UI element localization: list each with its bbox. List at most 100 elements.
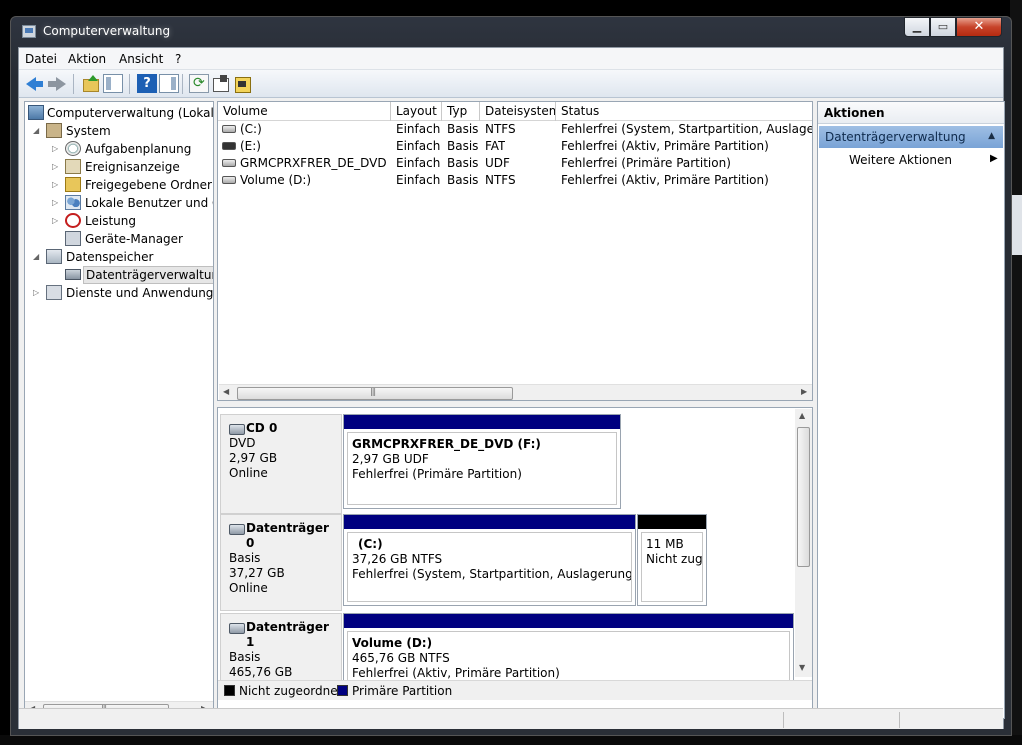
client-area: Datei Aktion Ansicht ? ? Computerverwalt…	[18, 47, 1005, 729]
disk-type: Basis	[229, 551, 261, 565]
legend-swatch-unallocated	[224, 685, 235, 696]
expand-icon[interactable]: ▷	[52, 144, 58, 153]
dvd-drive-icon	[222, 159, 236, 167]
show-tree-icon[interactable]	[103, 74, 123, 93]
partition-status: Fehlerfrei (System, Startpartition, Ausl…	[352, 567, 632, 581]
column-header-layout[interactable]: Layout	[391, 102, 442, 121]
console-tree: Computerverwaltung (Lokal) ◢ System ▷ Au…	[24, 101, 214, 719]
menu-ansicht[interactable]: Ansicht	[119, 52, 163, 66]
partition-dvd[interactable]: GRMCPRXFRER_DE_DVD (F:) 2,97 GB UDF Fehl…	[343, 414, 621, 509]
partition-d[interactable]: Volume (D:) 465,76 GB NTFS Fehlerfrei (A…	[343, 613, 794, 686]
disk-type: DVD	[229, 436, 256, 450]
legend-label: Primäre Partition	[352, 684, 453, 698]
partition-c[interactable]: (C:) 37,26 GB NTFS Fehlerfrei (System, S…	[343, 514, 636, 606]
disk-row-disk0: Datenträger 0 Basis 37,27 GB Online (C:)…	[220, 514, 708, 611]
forward-icon[interactable]	[47, 74, 67, 93]
scroll-left-icon[interactable]: ◀	[223, 387, 229, 396]
submenu-arrow-icon[interactable]: ▶	[990, 153, 998, 164]
scroll-up-icon[interactable]: ▲	[799, 411, 805, 420]
volume-list: Volume Layout Typ Dateisystem Status (C:…	[217, 101, 813, 401]
cell-status: Fehlerfrei (Aktiv, Primäre Partition)	[561, 173, 769, 187]
actions-header: Aktionen	[818, 102, 1004, 124]
toolbar-separator	[73, 74, 74, 94]
partition-legend: Nicht zugeordnet Primäre Partition	[218, 680, 812, 700]
cell-dateisystem: UDF	[485, 156, 510, 170]
export-icon[interactable]	[233, 74, 253, 93]
column-header-dateisystem[interactable]: Dateisystem	[480, 102, 556, 121]
collapse-icon[interactable]: ▲	[988, 131, 995, 141]
disk-type: Basis	[229, 650, 261, 664]
expand-icon[interactable]: ▷	[52, 180, 58, 189]
disk-name: CD 0	[229, 421, 341, 436]
disk-info[interactable]: CD 0 DVD 2,97 GB Online	[220, 414, 342, 514]
partition-size: 2,97 GB UDF	[352, 452, 429, 466]
menu-datei[interactable]: Datei	[25, 52, 57, 66]
maximize-button[interactable]: ▭	[930, 17, 956, 37]
toolbar-separator	[129, 74, 130, 94]
table-row[interactable]: (E:) Einfach Basis FAT Fehlerfrei (Aktiv…	[218, 138, 812, 155]
cell-status: Fehlerfrei (Primäre Partition)	[561, 156, 731, 170]
disk-graphical-view: CD 0 DVD 2,97 GB Online GRMCPRXFRER_DE_D…	[217, 407, 813, 719]
column-header-typ[interactable]: Typ	[442, 102, 480, 121]
expand-icon[interactable]: ▷	[33, 288, 39, 297]
scrollbar-thumb[interactable]	[797, 427, 810, 567]
tree-item-label: Ereignisanzeige	[85, 160, 180, 174]
disk-info[interactable]: Datenträger 0 Basis 37,27 GB Online	[220, 514, 342, 611]
background-window-edge	[1012, 195, 1022, 255]
table-row[interactable]: Volume (D:) Einfach Basis NTFS Fehlerfre…	[218, 172, 812, 189]
collapse-icon[interactable]: ◢	[33, 252, 39, 261]
cell-dateisystem: NTFS	[485, 122, 516, 136]
menu-help[interactable]: ?	[175, 52, 181, 66]
scrollbar-thumb[interactable]: |||	[237, 387, 513, 400]
disk-info[interactable]: Datenträger 1 Basis 465,76 GB Online	[220, 613, 342, 694]
device-manager-icon	[65, 231, 81, 246]
tree-item-label: Freigegebene Ordner	[85, 178, 212, 192]
partition-body: 11 MB Nicht zugeordnet	[641, 532, 703, 602]
window-title: Computerverwaltung	[43, 24, 171, 38]
properties-icon[interactable]	[211, 74, 231, 93]
table-row[interactable]: GRMCPRXFRER_DE_DVD (F:) Einfach Basis UD…	[218, 155, 812, 172]
column-header-status[interactable]: Status	[556, 102, 812, 121]
partition-name: GRMCPRXFRER_DE_DVD (F:)	[352, 437, 541, 451]
volume-list-horizontal-scrollbar[interactable]: ◀ ||| ▶	[219, 384, 812, 400]
column-header-volume[interactable]: Volume	[218, 102, 391, 121]
title-bar[interactable]: Computerverwaltung ▁ ▭ ✕	[11, 17, 1011, 47]
collapse-icon[interactable]: ◢	[33, 126, 39, 135]
action-pane-icon[interactable]	[159, 74, 179, 93]
close-button[interactable]: ✕	[956, 17, 1002, 37]
cell-layout: Einfach	[396, 122, 441, 136]
scroll-right-icon[interactable]: ▶	[801, 387, 807, 396]
menu-aktion[interactable]: Aktion	[68, 52, 106, 66]
partition-bar	[344, 515, 635, 529]
legend-swatch-primary	[337, 685, 348, 696]
computer-management-window: Computerverwaltung ▁ ▭ ✕ Datei Aktion An…	[10, 16, 1012, 736]
expand-icon[interactable]: ▷	[52, 198, 58, 207]
help-icon[interactable]: ?	[137, 74, 157, 93]
tree-item-label: Lokale Benutzer und Gruppen	[85, 196, 213, 210]
toolbar: ?	[19, 70, 1003, 98]
disk-row-cd0: CD 0 DVD 2,97 GB Online GRMCPRXFRER_DE_D…	[220, 414, 622, 514]
tree-item-label: Datenträgerverwaltung	[83, 266, 213, 284]
table-row[interactable]: (C:) Einfach Basis NTFS Fehlerfrei (Syst…	[218, 121, 812, 138]
actions-section-datentraegerverwaltung[interactable]: Datenträgerverwaltung ▲	[819, 126, 1003, 148]
status-divider	[899, 712, 900, 728]
clock-icon	[65, 141, 81, 156]
up-icon[interactable]	[81, 74, 101, 93]
graph-vertical-scrollbar[interactable]: ▲ ▼	[795, 409, 812, 677]
partition-unallocated[interactable]: 11 MB Nicht zugeordnet	[637, 514, 707, 606]
expand-icon[interactable]: ▷	[52, 216, 58, 225]
event-viewer-icon	[65, 159, 81, 174]
partition-status: Nicht zugeordnet	[646, 552, 703, 566]
minimize-button[interactable]: ▁	[904, 17, 930, 37]
tree-item-label: Computerverwaltung (Lokal)	[47, 106, 214, 120]
action-weitere-aktionen[interactable]: Weitere Aktionen	[849, 153, 952, 167]
expand-icon[interactable]: ▷	[52, 162, 58, 171]
cell-typ: Basis	[447, 156, 479, 170]
partition-name: Volume (D:)	[352, 636, 433, 650]
refresh-icon[interactable]	[189, 74, 209, 93]
back-icon[interactable]	[25, 74, 45, 93]
tree-item-label: System	[66, 124, 111, 138]
legend-label: Nicht zugeordnet	[239, 684, 343, 698]
partition-size: 465,76 GB NTFS	[352, 651, 450, 665]
scroll-down-icon[interactable]: ▼	[799, 663, 805, 672]
